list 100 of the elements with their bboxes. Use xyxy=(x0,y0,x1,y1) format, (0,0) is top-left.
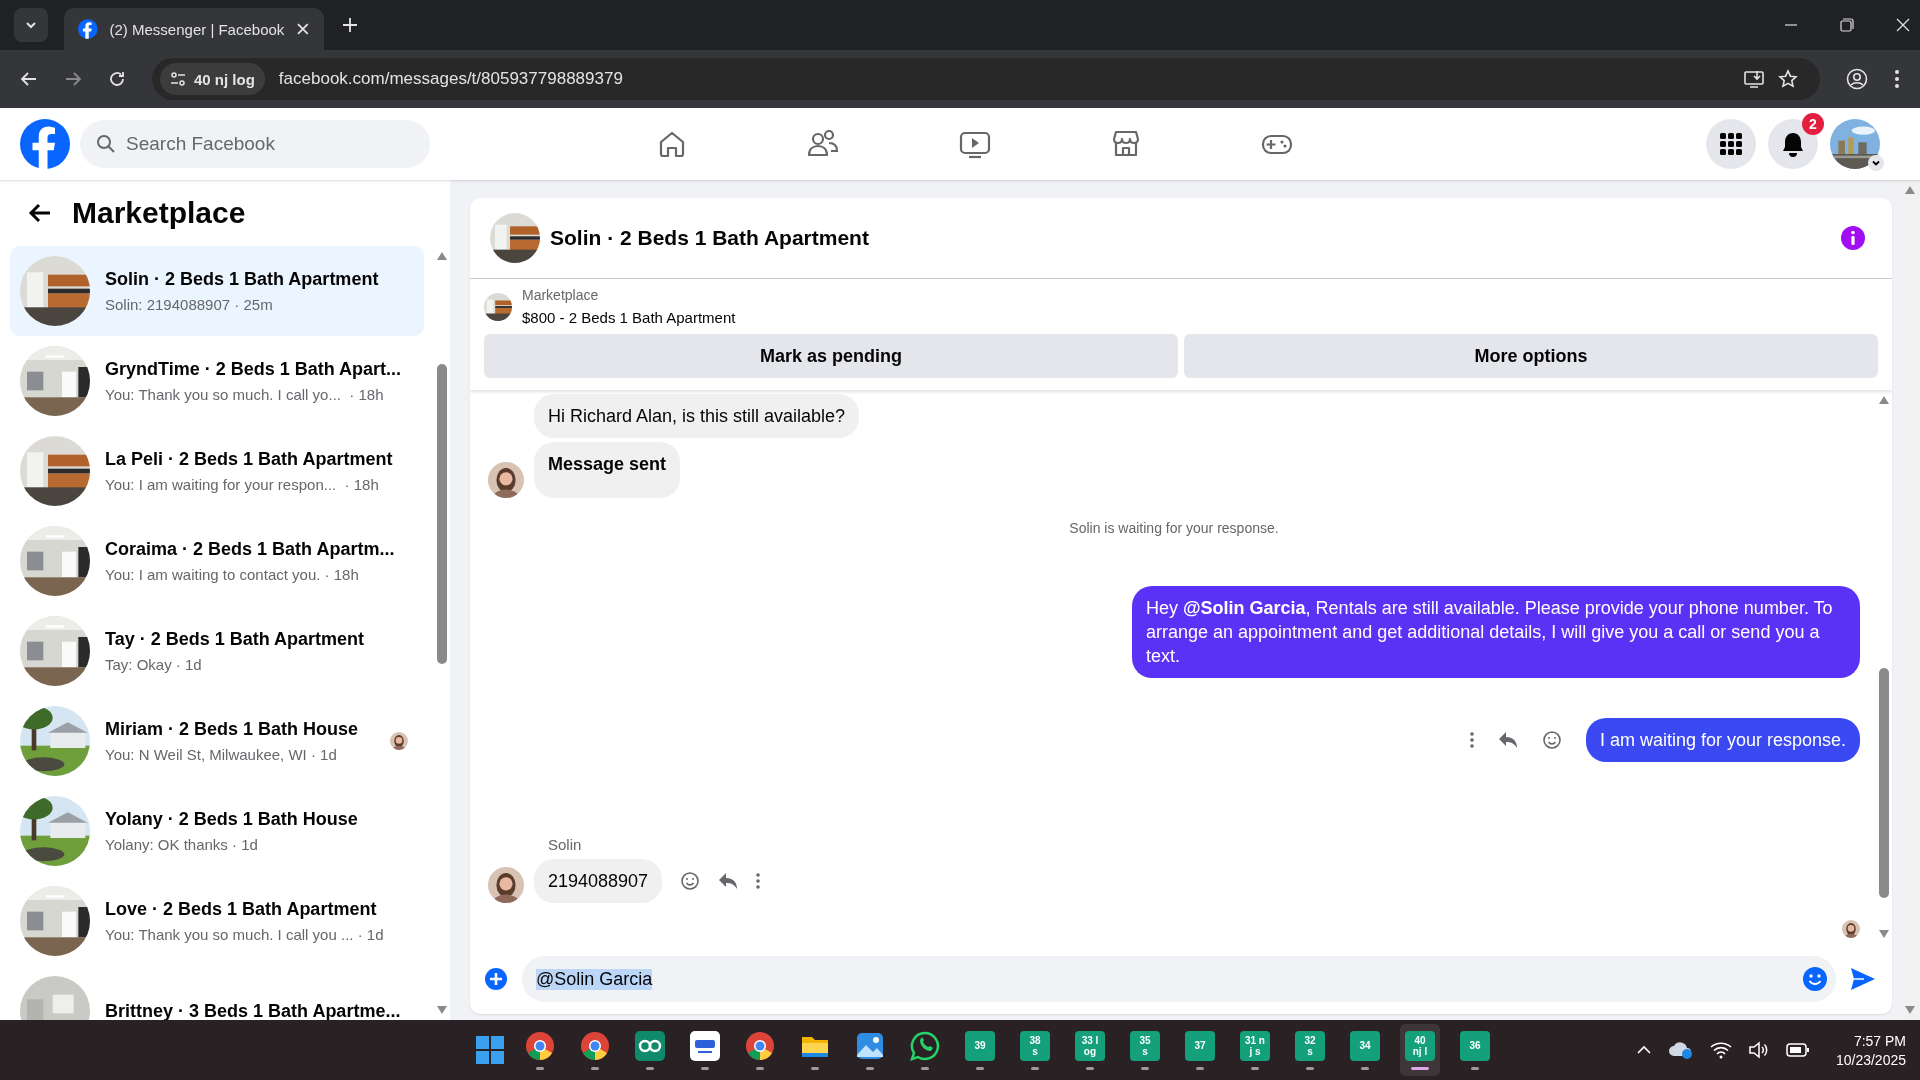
browser-tab[interactable]: (2) Messenger | Facebook xyxy=(64,8,324,50)
home-icon[interactable] xyxy=(657,129,687,159)
tune-icon xyxy=(170,71,186,87)
conversation-item[interactable]: La Peli · 2 Beds 1 Bath Apartment You: I am waiting for your respon... · 18h xyxy=(10,426,424,516)
wifi-icon[interactable] xyxy=(1709,1041,1732,1059)
sidebar-title: Marketplace xyxy=(72,196,246,230)
scroll-up-icon[interactable] xyxy=(1879,396,1889,404)
scroll-up-icon[interactable] xyxy=(437,252,447,260)
conversation-name: Love · 2 Beds 1 Bath Apartment xyxy=(105,899,378,920)
app-tile-icon: 40 nj l xyxy=(1404,1030,1435,1061)
app-icon xyxy=(689,1030,720,1061)
new-tab-icon[interactable] xyxy=(342,17,358,33)
chat-title: Solin · 2 Beds 1 Bath Apartment xyxy=(550,226,869,250)
conversation-preview: You: I am waiting for your respon... · 18h xyxy=(105,476,380,493)
conversation-item[interactable]: Solin · 2 Beds 1 Bath Apartment Solin: 2194088907 · 25m xyxy=(10,246,424,336)
chevron-up-icon[interactable] xyxy=(1635,1044,1652,1056)
restore-icon[interactable] xyxy=(1840,18,1854,32)
status-notice: Solin is waiting for your response. xyxy=(1069,520,1279,536)
smiley-icon[interactable] xyxy=(680,871,701,891)
conversation-preview: Tay: Okay · 1d xyxy=(105,656,203,673)
grid-icon xyxy=(1720,133,1742,155)
conversation-preview: You: N Weil St, Milwaukee, WI · 1d xyxy=(105,746,338,763)
conversation-name: Coraima · 2 Beds 1 Bath Apartm... xyxy=(105,539,396,560)
facebook-logo-icon[interactable] xyxy=(20,119,70,169)
more-icon[interactable] xyxy=(1469,732,1474,748)
conversation-name: Tay · 2 Beds 1 Bath Apartment xyxy=(105,629,366,650)
chevron-down-icon[interactable] xyxy=(1868,155,1884,171)
send-icon[interactable] xyxy=(1850,967,1876,991)
smiley-icon[interactable] xyxy=(1802,966,1828,992)
listing-source: Marketplace xyxy=(522,287,600,303)
menu-button[interactable] xyxy=(1706,119,1756,169)
message-bubble: 2194088907 xyxy=(534,859,663,903)
battery-icon[interactable] xyxy=(1785,1043,1810,1057)
back-arrow-icon[interactable] xyxy=(28,202,52,224)
loop-icon xyxy=(634,1030,665,1061)
smiley-icon[interactable] xyxy=(1541,730,1562,750)
conversation-name: La Peli · 2 Beds 1 Bath Apartment xyxy=(105,449,394,470)
tab-list-button[interactable] xyxy=(14,8,48,42)
sender-name: Solin xyxy=(548,836,583,853)
reload-icon[interactable] xyxy=(108,70,126,88)
browser-icon xyxy=(524,1030,555,1061)
conversation-item[interactable]: Tay · 2 Beds 1 Bath Apartment Tay: Okay · 1d xyxy=(10,606,424,696)
close-icon[interactable] xyxy=(296,22,310,36)
notification-badge: 2 xyxy=(1802,113,1824,135)
scroll-down-icon[interactable] xyxy=(437,1006,447,1014)
browser-icon xyxy=(744,1030,775,1061)
photos-icon xyxy=(854,1030,885,1061)
start-icon[interactable] xyxy=(474,1035,505,1065)
store-icon[interactable] xyxy=(1111,129,1141,159)
facebook-logo-icon xyxy=(78,19,98,39)
profile-icon[interactable] xyxy=(1846,68,1868,90)
conversation-item[interactable]: Love · 2 Beds 1 Bath Apartment You: Thank you so much. I call you ... · 1d xyxy=(10,876,424,966)
chat-bubble-icon xyxy=(909,1030,940,1061)
search-field[interactable]: Search Facebook xyxy=(80,120,430,168)
conversation-preview: You: I am waiting to contact you. · 18h xyxy=(105,566,360,583)
conversation-item[interactable]: Coraima · 2 Beds 1 Bath Apartm... You: I am waiting to contact you. · 18h xyxy=(10,516,424,606)
star-icon[interactable] xyxy=(1778,69,1798,89)
reply-icon[interactable] xyxy=(1497,731,1518,749)
app-tile-icon: 31 n j s xyxy=(1239,1030,1270,1061)
listing-title: $800 - 2 Beds 1 Bath Apartment xyxy=(522,309,736,326)
scrollbar-thumb[interactable] xyxy=(437,364,447,664)
scrollbar-thumb[interactable] xyxy=(1879,668,1889,898)
cloud-icon[interactable] xyxy=(1667,1040,1694,1060)
conversation-preview: Yolany: OK thanks · 1d xyxy=(105,836,259,853)
install-app-icon[interactable] xyxy=(1744,69,1764,89)
close-icon[interactable] xyxy=(1896,18,1910,32)
more-icon[interactable] xyxy=(756,873,761,889)
back-icon[interactable] xyxy=(20,70,38,88)
friends-icon[interactable] xyxy=(807,129,839,159)
conversation-item[interactable]: Miriam · 2 Beds 1 Bath House You: N Weil St, Milwaukee, WI · 1d xyxy=(10,696,424,786)
app-tile-icon: 37 xyxy=(1184,1030,1215,1061)
listing-action-button[interactable]: Mark as pending xyxy=(484,334,1178,378)
info-icon[interactable] xyxy=(1840,225,1866,251)
site-info-chip[interactable]: 40 nj log xyxy=(160,63,265,95)
menu-icon[interactable] xyxy=(1894,69,1900,89)
conversation-name: Yolany · 2 Beds 1 Bath House xyxy=(105,809,359,830)
conversation-item[interactable]: Yolany · 2 Beds 1 Bath House Yolany: OK thanks · 1d xyxy=(10,786,424,876)
plus-icon[interactable] xyxy=(484,967,508,991)
scroll-down-icon[interactable] xyxy=(1905,1006,1915,1014)
notifications-button[interactable] xyxy=(1768,119,1818,169)
clock-time[interactable]: 7:57 PM xyxy=(1853,1032,1906,1049)
bell-icon xyxy=(1781,131,1805,157)
message-field[interactable]: @Solin Garcia xyxy=(522,956,1836,1002)
scroll-up-icon[interactable] xyxy=(1905,186,1915,194)
forward-icon[interactable] xyxy=(64,70,82,88)
message-bubble: Message sent xyxy=(534,442,681,498)
message-bubble: Hi Richard Alan, is this still available? xyxy=(534,394,860,438)
conversation-item[interactable]: GryndTime · 2 Beds 1 Bath Apart... You: Thank you so much. I call yo... · 18h xyxy=(10,336,424,426)
browser-icon xyxy=(579,1030,610,1061)
clock-date[interactable]: 10/23/2025 xyxy=(1835,1051,1906,1068)
conversation-name: Solin · 2 Beds 1 Bath Apartment xyxy=(105,269,380,290)
scroll-down-icon[interactable] xyxy=(1879,930,1889,938)
message-bubble: Hey @Solin Garcia, Rentals are still available. Please provide your phone number. To arrange an appointment and get additional details, I will give you a call or send you a text. xyxy=(1132,586,1860,678)
app-tile-icon: 36 xyxy=(1459,1030,1490,1061)
listing-action-button[interactable]: More options xyxy=(1184,334,1878,378)
reply-icon[interactable] xyxy=(718,872,739,890)
app-tile-icon: 34 xyxy=(1349,1030,1380,1061)
video-icon[interactable] xyxy=(959,129,991,159)
address-text[interactable]: facebook.com/messages/t/805937798889379 xyxy=(278,69,623,89)
volume-icon[interactable] xyxy=(1747,1041,1770,1059)
